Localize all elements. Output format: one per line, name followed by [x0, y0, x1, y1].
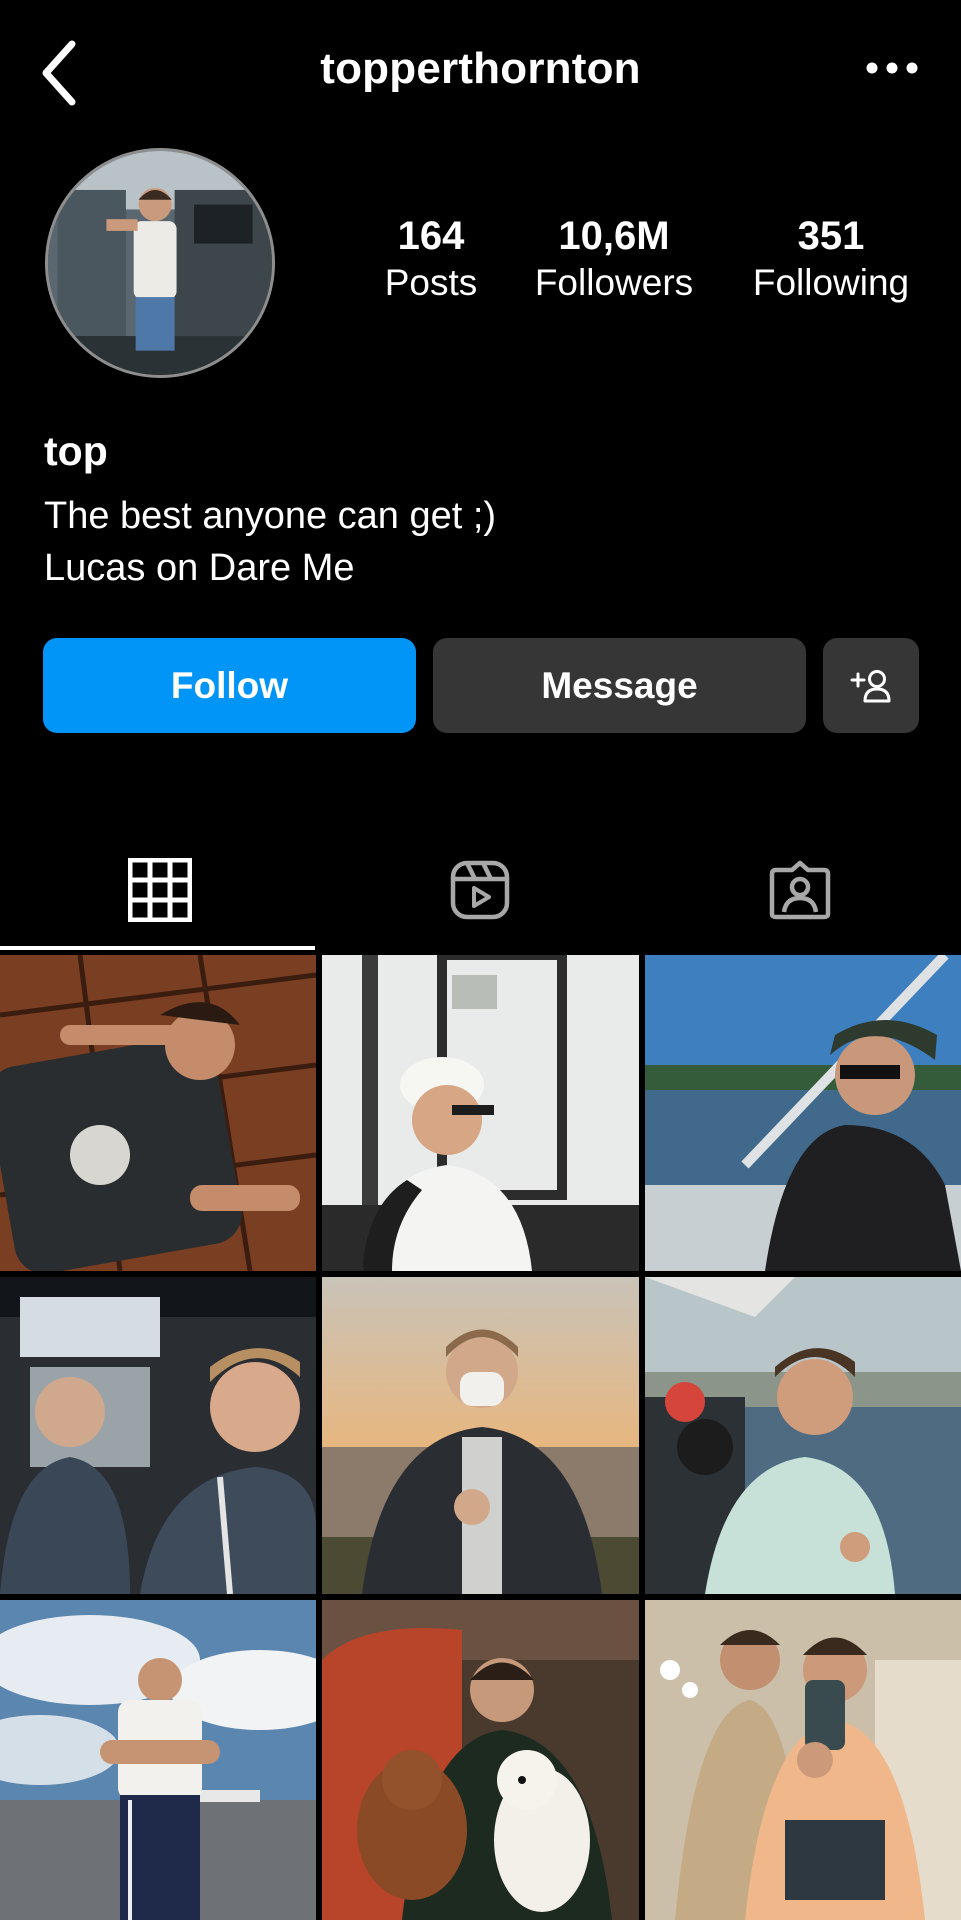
profile-display-name: top	[44, 428, 108, 474]
stat-posts[interactable]: 164 Posts	[371, 212, 491, 306]
message-button[interactable]: Message	[433, 638, 806, 733]
tab-reels[interactable]	[320, 830, 640, 950]
post-photo	[0, 1277, 316, 1594]
active-tab-indicator	[0, 946, 315, 950]
stat-followers-value: 10,6M	[558, 214, 670, 258]
grid-post-tile[interactable]	[0, 1600, 316, 1920]
stat-posts-label: Posts	[384, 262, 478, 303]
post-photo	[322, 955, 639, 1271]
bio-line: The best anyone can get ;)	[44, 495, 497, 537]
grid-post-tile[interactable]	[322, 1600, 639, 1920]
grid-post-tile[interactable]	[645, 1600, 961, 1920]
post-photo	[0, 955, 316, 1271]
follow-button[interactable]: Follow	[43, 638, 416, 733]
stat-posts-value: 164	[397, 214, 465, 258]
grid-post-tile[interactable]	[645, 955, 961, 1271]
grid-post-tile[interactable]	[645, 1277, 961, 1594]
profile-username-title: topperthornton	[320, 44, 641, 93]
grid-post-tile[interactable]	[0, 1277, 316, 1594]
avatar-photo	[48, 151, 272, 375]
post-photo	[645, 1277, 961, 1594]
tagged-icon	[769, 860, 831, 920]
profile-avatar[interactable]	[45, 148, 275, 378]
grid-post-tile[interactable]	[322, 1277, 639, 1594]
post-photo	[322, 1600, 639, 1920]
stat-following[interactable]: 351 Following	[736, 212, 926, 306]
grid-post-tile[interactable]	[0, 955, 316, 1271]
post-photo	[322, 1277, 639, 1594]
stat-following-label: Following	[752, 262, 910, 303]
tab-posts-grid[interactable]	[0, 830, 320, 950]
stat-following-value: 351	[797, 214, 865, 258]
stat-followers[interactable]: 10,6M Followers	[518, 212, 710, 306]
reels-icon	[450, 860, 510, 920]
tab-tagged[interactable]	[640, 830, 960, 950]
more-options-icon[interactable]	[866, 62, 918, 74]
bio-line: Lucas on Dare Me	[44, 547, 355, 589]
suggested-users-button[interactable]	[823, 638, 919, 733]
post-photo	[0, 1600, 316, 1920]
post-photo	[645, 1600, 961, 1920]
post-photo	[645, 955, 961, 1271]
stat-followers-label: Followers	[534, 262, 694, 303]
grid-icon	[128, 858, 192, 922]
add-user-icon	[850, 669, 891, 702]
grid-post-tile[interactable]	[322, 955, 639, 1271]
